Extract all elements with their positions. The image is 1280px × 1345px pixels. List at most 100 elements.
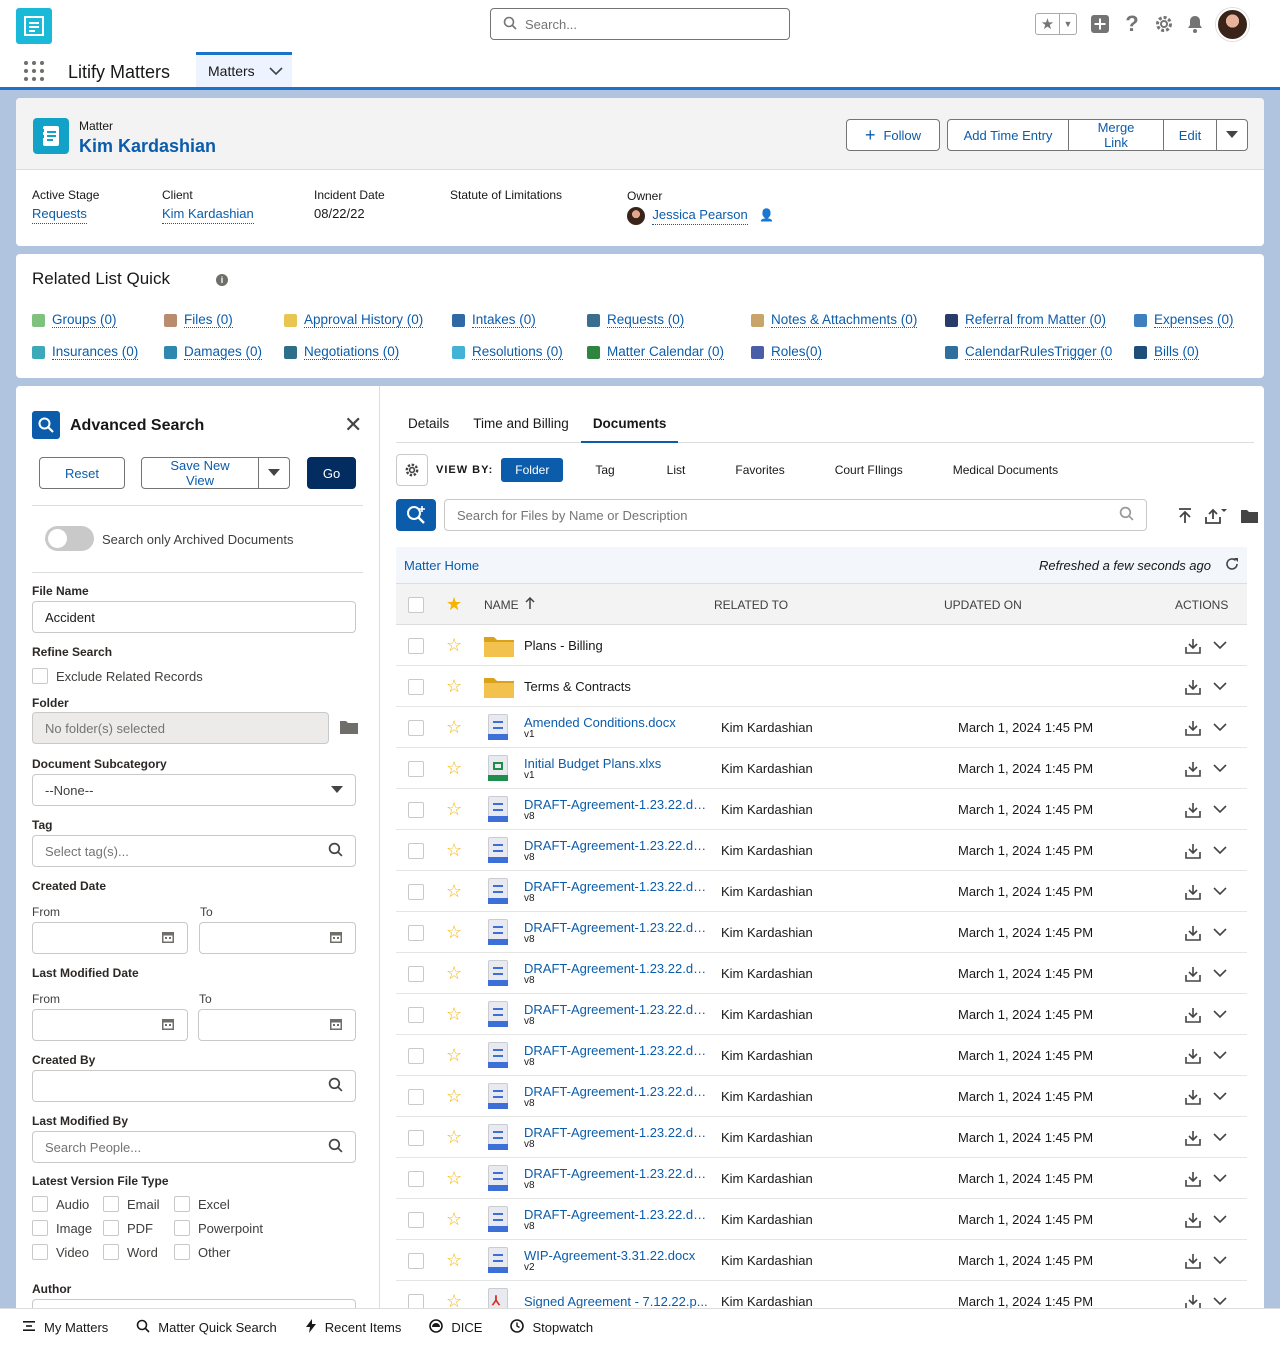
- view-by-tag[interactable]: Tag: [581, 458, 628, 482]
- new-folder-icon[interactable]: [1239, 506, 1259, 526]
- favorite-star-icon[interactable]: ☆: [446, 953, 462, 994]
- row-checkbox[interactable]: [408, 953, 424, 994]
- file-name-link[interactable]: Initial Budget Plans.xlxs: [524, 757, 661, 771]
- row-actions-chevron-down-icon[interactable]: [1213, 1076, 1227, 1117]
- file-type-email[interactable]: Email: [103, 1196, 160, 1212]
- download-icon[interactable]: [1185, 1199, 1201, 1240]
- row-checkbox[interactable]: [408, 789, 424, 830]
- active-stage-link[interactable]: Requests: [32, 206, 87, 224]
- last-modified-by-input[interactable]: [45, 1139, 328, 1155]
- checkbox[interactable]: [103, 1220, 119, 1236]
- table-row[interactable]: ☆ ⅄ Signed Agreement - 7.12.22.p... Kim Kar…: [396, 1281, 1247, 1308]
- table-row[interactable]: ☆ DRAFT-Agreement-1.23.22.do... v8 Kim Kard…: [396, 1076, 1247, 1117]
- calendar-icon[interactable]: [161, 1017, 175, 1034]
- row-actions-chevron-down-icon[interactable]: [1213, 1035, 1227, 1076]
- related-list-link[interactable]: Damages (0): [184, 344, 263, 360]
- save-new-view-button[interactable]: Save New View: [141, 457, 259, 489]
- tab-details[interactable]: Details: [396, 404, 461, 443]
- checkbox[interactable]: [174, 1196, 190, 1212]
- related-list-link[interactable]: Referral from Matter (0): [965, 312, 1107, 328]
- related-list-link[interactable]: Negotiations (0): [304, 344, 400, 360]
- table-row[interactable]: ☆ Amended Conditions.docx v1 Kim Kardashian…: [396, 707, 1247, 748]
- table-row[interactable]: ☆ DRAFT-Agreement-1.23.22.do... v8 Kim Kard…: [396, 1035, 1247, 1076]
- file-name-field[interactable]: [32, 601, 356, 633]
- files-search-field[interactable]: [444, 499, 1147, 531]
- file-name-link[interactable]: DRAFT-Agreement-1.23.22.do...: [524, 1085, 709, 1099]
- go-button[interactable]: Go: [307, 457, 356, 489]
- add-icon[interactable]: [1088, 12, 1112, 36]
- help-icon[interactable]: ?: [1120, 11, 1144, 36]
- modified-to-date-field[interactable]: [198, 1009, 356, 1041]
- related-list-item[interactable]: Groups (0): [32, 312, 117, 328]
- row-actions-chevron-down-icon[interactable]: [1213, 1199, 1227, 1240]
- created-by-field[interactable]: [32, 1070, 356, 1102]
- row-actions-chevron-down-icon[interactable]: [1213, 707, 1227, 748]
- file-type-audio[interactable]: Audio: [32, 1196, 89, 1212]
- file-name-link[interactable]: DRAFT-Agreement-1.23.22.do...: [524, 921, 709, 935]
- file-name-link[interactable]: DRAFT-Agreement-1.23.22.do...: [524, 839, 709, 853]
- favorite-star-icon[interactable]: ☆: [446, 871, 462, 912]
- download-icon[interactable]: [1185, 625, 1201, 666]
- favorites-button-group[interactable]: ★ ▼: [1035, 13, 1077, 35]
- table-row[interactable]: ☆ DRAFT-Agreement-1.23.22.do... v8 Kim Kard…: [396, 912, 1247, 953]
- related-list-item[interactable]: Notes & Attachments (0): [751, 312, 918, 328]
- table-row[interactable]: ☆ WIP-Agreement-3.31.22.docx v2 Kim Kardash…: [396, 1240, 1247, 1281]
- related-list-link[interactable]: Intakes (0): [472, 312, 536, 328]
- modified-from-date-field[interactable]: [32, 1009, 188, 1041]
- favorite-star-icon[interactable]: ☆: [446, 625, 462, 666]
- nav-tab-matters[interactable]: Matters: [196, 52, 292, 87]
- related-list-item[interactable]: Matter Calendar (0): [587, 344, 725, 360]
- view-by-medical-documents[interactable]: Medical Documents: [939, 458, 1072, 482]
- file-name-link[interactable]: DRAFT-Agreement-1.23.22.do...: [524, 880, 709, 894]
- download-icon[interactable]: [1185, 1035, 1201, 1076]
- related-list-link[interactable]: CalendarRulesTrigger (0: [965, 344, 1113, 360]
- owner-link[interactable]: Jessica Pearson: [652, 207, 748, 226]
- column-header-related-to[interactable]: RELATED TO: [714, 584, 788, 625]
- favorite-star-icon[interactable]: ☆: [446, 1076, 462, 1117]
- app-launcher-icon[interactable]: [24, 61, 44, 81]
- utility-stopwatch[interactable]: Stopwatch: [510, 1318, 593, 1336]
- row-checkbox[interactable]: [408, 1199, 424, 1240]
- close-icon[interactable]: ✕: [344, 414, 362, 436]
- download-icon[interactable]: [1185, 1281, 1201, 1308]
- row-actions-chevron-down-icon[interactable]: [1213, 994, 1227, 1035]
- file-type-video[interactable]: Video: [32, 1244, 89, 1260]
- file-name-link[interactable]: DRAFT-Agreement-1.23.22.do...: [524, 1208, 709, 1222]
- related-list-item[interactable]: Damages (0): [164, 344, 263, 360]
- file-type-powerpoint[interactable]: Powerpoint: [174, 1220, 263, 1236]
- row-checkbox[interactable]: [408, 1240, 424, 1281]
- file-name-input[interactable]: [45, 609, 343, 625]
- upload-icon[interactable]: [1204, 506, 1228, 526]
- row-checkbox[interactable]: [408, 666, 424, 707]
- table-row[interactable]: ☆ DRAFT-Agreement-1.23.22.do... v8 Kim Kard…: [396, 789, 1247, 830]
- edit-button[interactable]: Edit: [1163, 119, 1217, 151]
- favorite-star-icon[interactable]: ☆: [446, 1117, 462, 1158]
- download-icon[interactable]: [1185, 666, 1201, 707]
- row-checkbox[interactable]: [408, 1117, 424, 1158]
- download-icon[interactable]: [1185, 1117, 1201, 1158]
- document-subcategory-select[interactable]: --None--: [32, 774, 356, 806]
- related-list-item[interactable]: Insurances (0): [32, 344, 139, 360]
- files-search-input[interactable]: [457, 507, 1119, 523]
- view-by-favorites[interactable]: Favorites: [721, 458, 798, 482]
- select-all-checkbox[interactable]: [408, 584, 424, 625]
- file-name-link[interactable]: DRAFT-Agreement-1.23.22.do...: [524, 1126, 709, 1140]
- row-checkbox[interactable]: [408, 871, 424, 912]
- file-name-link[interactable]: DRAFT-Agreement-1.23.22.do...: [524, 798, 709, 812]
- refresh-icon[interactable]: [1225, 557, 1239, 574]
- table-row[interactable]: ☆ DRAFT-Agreement-1.23.22.do... v8 Kim Kard…: [396, 871, 1247, 912]
- save-view-menu-button[interactable]: [258, 457, 290, 489]
- checkbox[interactable]: [32, 1220, 48, 1236]
- related-list-link[interactable]: Matter Calendar (0): [607, 344, 725, 360]
- breadcrumb-matter-home[interactable]: Matter Home: [404, 558, 479, 573]
- more-actions-button[interactable]: [1216, 119, 1248, 151]
- info-icon[interactable]: i: [216, 274, 228, 286]
- download-icon[interactable]: [1185, 953, 1201, 994]
- file-name-link[interactable]: DRAFT-Agreement-1.23.22.do...: [524, 1003, 709, 1017]
- download-icon[interactable]: [1185, 994, 1201, 1035]
- client-link[interactable]: Kim Kardashian: [162, 206, 254, 224]
- related-list-item[interactable]: Bills (0): [1134, 344, 1200, 360]
- related-list-item[interactable]: Files (0): [164, 312, 233, 328]
- related-list-link[interactable]: Groups (0): [52, 312, 117, 328]
- folder-icon[interactable]: [340, 719, 358, 737]
